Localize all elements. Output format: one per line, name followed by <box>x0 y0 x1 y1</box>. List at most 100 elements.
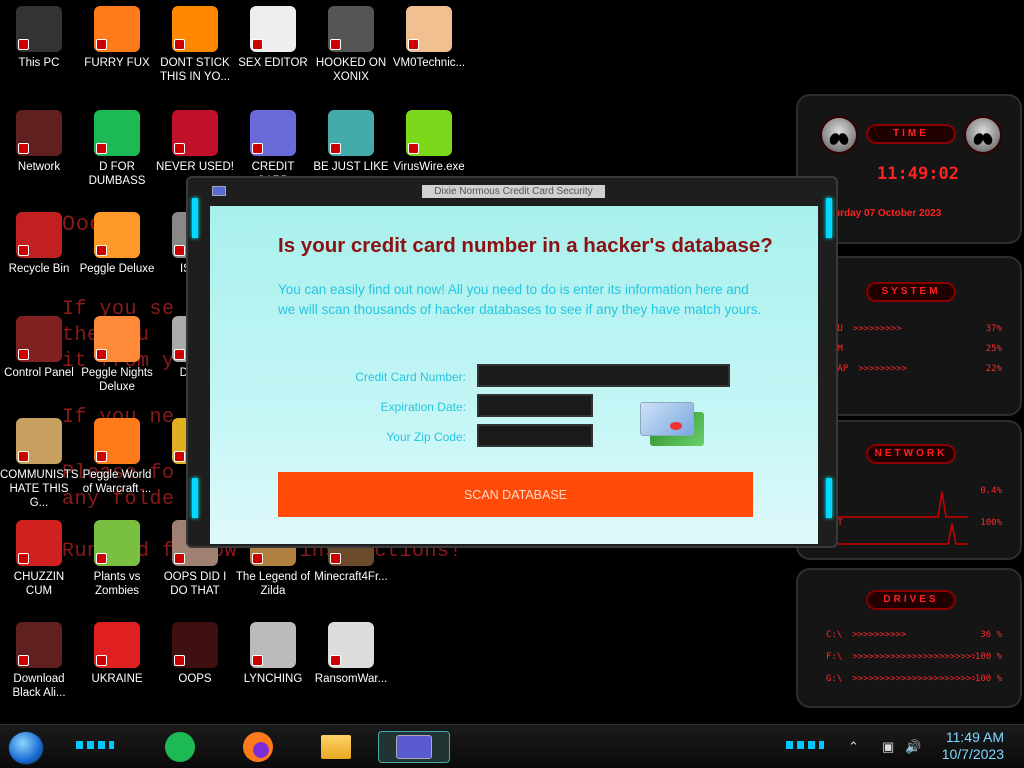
credit-card-icon <box>250 110 296 156</box>
taskbar-firefox-icon[interactable] <box>240 731 276 763</box>
desktop-icon-skull-rope[interactable]: LYNCHING <box>234 622 312 686</box>
taskbar-spotify-like-icon[interactable] <box>162 731 198 763</box>
desktop-icon-radiation[interactable]: UKRAINE <box>78 622 156 686</box>
desktop-icon-alien-download[interactable]: Download Black Ali... <box>0 622 78 700</box>
window-titlebar[interactable]: Dixie Normous Credit Card Security <box>188 178 836 202</box>
window-title: Dixie Normous Credit Card Security <box>422 185 605 198</box>
desktop-icon-label: VM0Technic... <box>392 57 466 69</box>
neon-trim <box>826 198 832 238</box>
desktop-icon-label: Recycle Bin <box>8 263 70 275</box>
desktop-icon-label: Minecraft4Fr... <box>314 571 388 583</box>
credit-card-security-window[interactable]: Dixie Normous Credit Card Security Is yo… <box>186 176 838 548</box>
desktop-icon-chuzzle[interactable]: CHUZZIN CUM <box>0 520 78 598</box>
desktop-icon-label: Network <box>17 161 61 173</box>
dialog-description: You can easily find out now! All you nee… <box>278 282 762 317</box>
devcpp-icon <box>172 110 218 156</box>
app-window-icon <box>212 186 226 196</box>
start-button-icon[interactable] <box>8 731 44 765</box>
desktop-icon-label: UKRAINE <box>91 673 143 685</box>
desktop-icon-limewire[interactable]: VirusWire.exe <box>390 110 468 174</box>
desktop-icon-spotify-like[interactable]: D FOR DUMBASS <box>78 110 156 188</box>
network-graph <box>838 491 968 545</box>
desktop-icon-peggle[interactable]: Peggle Deluxe <box>78 212 156 276</box>
desktop-icon-label: D FOR DUMBASS <box>88 161 146 187</box>
desktop-icon-vlc-cone[interactable]: DONT STICK THIS IN YO... <box>156 6 234 84</box>
desktop-icon-plants-vs-zombies[interactable]: Plants vs Zombies <box>78 520 156 598</box>
widget-title: DRIVES <box>866 590 956 610</box>
desktop-icon-label: COMMUNISTS HATE THIS G... <box>0 469 79 509</box>
desktop-icon-label: Download Black Ali... <box>12 673 66 699</box>
desktop-icon-label: RansomWar... <box>314 673 388 685</box>
dialog-heading: Is your credit card number in a hacker's… <box>278 234 773 257</box>
widget-row: UT100% <box>832 518 1002 528</box>
desktop-icon-peggle-nights[interactable]: Peggle Nights Deluxe <box>78 316 156 394</box>
widget-row: C:\ >>>>>>>>>> 36 % <box>826 630 1002 640</box>
taskbar-decoration <box>76 741 114 749</box>
desktop-icon-alien-oops[interactable]: OOPS <box>156 622 234 686</box>
skull-rope-icon <box>250 622 296 668</box>
desktop-icon-money-bag[interactable]: COMMUNISTS HATE THIS G... <box>0 418 79 510</box>
desktop-icon-label: Peggle Nights Deluxe <box>81 367 153 393</box>
alien-download-icon <box>16 622 62 668</box>
desktop-icon-peggle-wow[interactable]: Peggle World of Warcraft ... <box>78 418 156 496</box>
expiration-date-input[interactable] <box>477 394 593 417</box>
expiration-date-label: Expiration Date: <box>380 400 466 414</box>
desktop-icon-label: The Legend of Zilda <box>235 571 311 597</box>
clock-time: 11:49 AM <box>945 729 1004 745</box>
limewire-icon <box>406 110 452 156</box>
taskbar: ⌃ ▣ 🔊 11:49 AM 10/7/2023 <box>0 724 1024 768</box>
desktop-icon-label: BE JUST LIKE <box>313 161 389 173</box>
credit-cards-icon <box>640 402 706 448</box>
scan-database-button[interactable]: SCAN DATABASE <box>278 472 753 517</box>
widget-title: NETWORK <box>866 444 956 464</box>
alien-network-icon <box>16 110 62 156</box>
alien-oops-icon <box>172 622 218 668</box>
recycle-bin-icon <box>16 212 62 258</box>
chevron-up-icon[interactable]: ⌃ <box>848 739 859 755</box>
alien-head-icon <box>964 116 1002 154</box>
desktop-icon-label: This PC <box>18 57 60 69</box>
desktop-icon-label: LYNCHING <box>243 673 303 685</box>
desktop-icon-recycle-bin[interactable]: Recycle Bin <box>0 212 78 276</box>
desktop-icon-person[interactable]: VM0Technic... <box>390 6 468 70</box>
desktop-icon-label: Control Panel <box>4 367 74 379</box>
desktop-icon-pc[interactable]: This PC <box>0 6 78 70</box>
desktop-icon-alien-network[interactable]: Network <box>0 110 78 174</box>
desktop-icon-xonix-game[interactable]: HOOKED ON XONIX <box>312 6 390 84</box>
peggle-wow-icon <box>94 418 140 464</box>
taskbar-decoration <box>786 741 824 749</box>
xonix-game-icon <box>328 6 374 52</box>
taskbar-credit-card-icon[interactable] <box>378 731 450 763</box>
neon-trim <box>192 198 198 238</box>
control-panel-icon <box>16 316 62 362</box>
window-content: Is your credit card number in a hacker's… <box>210 206 818 544</box>
desktop-icon-label: Peggle World of Warcraft ... <box>82 469 152 495</box>
desktop-icon-control-panel[interactable]: Control Panel <box>0 316 78 380</box>
zip-code-input[interactable] <box>477 424 593 447</box>
plants-vs-zombies-icon <box>94 520 140 566</box>
volume-icon[interactable]: 🔊 <box>905 739 921 755</box>
desktop-icon-label: Plants vs Zombies <box>93 571 141 597</box>
peggle-nights-icon <box>94 316 140 362</box>
neon-trim <box>192 478 198 518</box>
card-number-input[interactable] <box>477 364 730 387</box>
card-number-label: Credit Card Number: <box>355 370 466 384</box>
widget-clock: 11:49:02 <box>877 164 959 184</box>
drives-widget: DRIVES C:\ >>>>>>>>>> 36 % F:\ >>>>>>>>>>>>… <box>796 568 1022 708</box>
widget-date: urday 07 October 2023 <box>834 208 942 219</box>
network-tray-icon[interactable]: ▣ <box>882 739 894 755</box>
desktop-icon-label: OOPS DID I DO THAT <box>163 571 227 597</box>
desktop-icon-hxd-editor[interactable]: SEX EDITOR <box>234 6 312 70</box>
taskbar-clock[interactable]: 11:49 AM 10/7/2023 <box>942 729 1004 763</box>
desktop-icon-firefox[interactable]: FURRY FUX <box>78 6 156 70</box>
hxd-editor-icon <box>250 6 296 52</box>
desktop-icon-devcpp[interactable]: NEVER USED! <box>156 110 234 174</box>
taskbar-file-explorer-icon[interactable] <box>318 731 354 763</box>
zip-code-label: Your Zip Code: <box>386 430 466 444</box>
desktop-icon-label: Peggle Deluxe <box>79 263 155 275</box>
widget-row: AM25% <box>832 344 1002 354</box>
desktop-icon-santa-elf[interactable]: BE JUST LIKE <box>312 110 390 174</box>
clock-date: 10/7/2023 <box>941 746 1004 762</box>
desktop-icon-skull[interactable]: RansomWar... <box>312 622 390 686</box>
widget-title: SYSTEM <box>866 282 956 302</box>
